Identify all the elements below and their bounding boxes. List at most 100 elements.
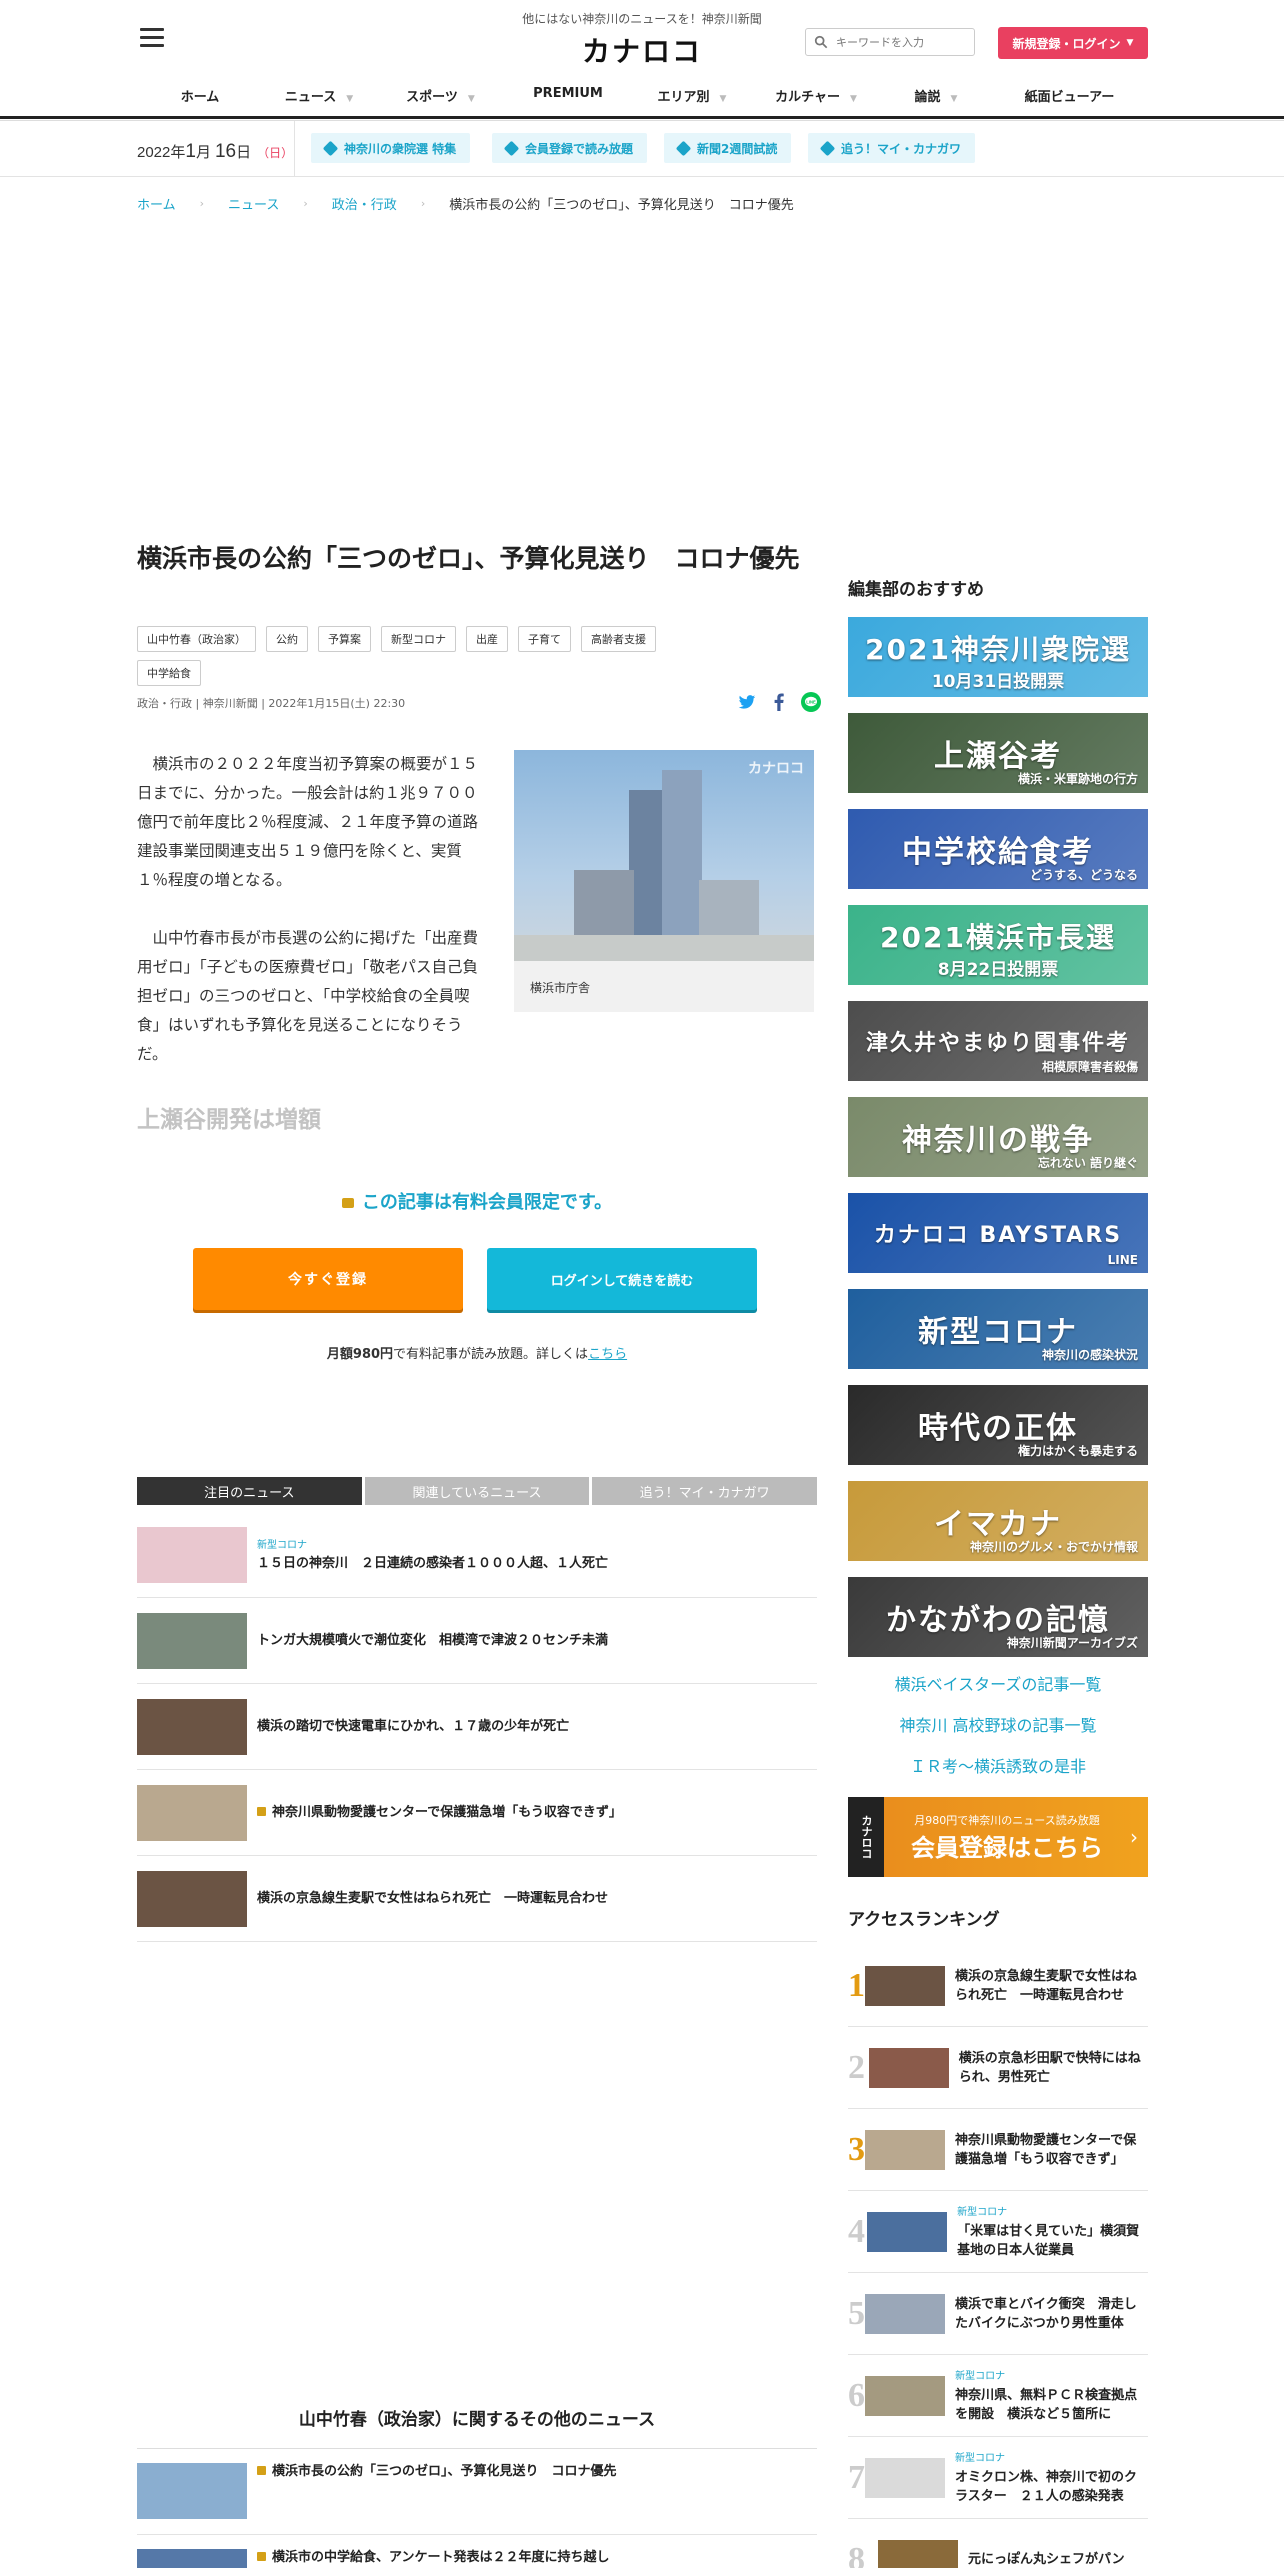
chevron-right-icon: › bbox=[199, 197, 205, 210]
editor-pick-banner[interactable]: 2021横浜市長選 8月22日投開票 bbox=[848, 905, 1148, 985]
search-box[interactable] bbox=[805, 28, 975, 56]
ranking-item[interactable]: 4 新型コロナ 「米軍は甘く見ていた」横須賀基地の日本人従業員 bbox=[848, 2191, 1148, 2273]
login-continue-button[interactable]: ログインして続きを読む bbox=[487, 1248, 757, 1310]
article-tag[interactable]: 高齢者支援 bbox=[581, 626, 656, 652]
menu-icon[interactable] bbox=[140, 28, 164, 48]
nav-item[interactable]: スポーツ ▼ bbox=[378, 86, 503, 112]
ranking-item[interactable]: 7 新型コロナ オミクロン株、神奈川で初のクラスター ２１人の感染発表 bbox=[848, 2437, 1148, 2519]
ranking-headline: 元にっぽん丸シェフがパン bbox=[968, 2550, 1125, 2568]
news-thumbnail[interactable] bbox=[137, 1870, 247, 1927]
nav-item[interactable]: 論説 ▼ bbox=[881, 86, 991, 112]
city-hall-photo[interactable]: カナロコ bbox=[514, 750, 814, 961]
article-tag[interactable]: 公約 bbox=[266, 626, 308, 652]
news-thumbnail[interactable] bbox=[137, 1526, 247, 1583]
nav-item[interactable]: エリア別 ▼ bbox=[633, 86, 751, 112]
ranking-item[interactable]: 3 神奈川県動物愛護センターで保護猫急増「もう収容できず」 bbox=[848, 2109, 1148, 2191]
ranking-thumbnail[interactable] bbox=[868, 2047, 949, 2088]
news-list-item[interactable]: 新型コロナ １５日の神奈川 ２日連続の感染者１０００人超、１人死亡 bbox=[137, 1512, 817, 1598]
price-note: 月額980円で有料記事が読み放題。詳しくはこちら bbox=[326, 1347, 628, 1362]
pill-my-kanagawa[interactable]: 追う！マイ・カナガワ bbox=[808, 133, 976, 163]
nav-item[interactable]: ニュース ▼ bbox=[260, 86, 378, 112]
news-thumbnail[interactable] bbox=[137, 2549, 247, 2568]
editor-pick-banner[interactable]: 神奈川の戦争 忘れない 語り継ぐ bbox=[848, 1097, 1148, 1177]
news-thumbnail[interactable] bbox=[137, 1784, 247, 1841]
ranking-thumbnail[interactable] bbox=[865, 2375, 946, 2416]
ir-feature-link[interactable]: ＩＲ考～横浜誘致の是非 bbox=[848, 1752, 1148, 1793]
article-tag[interactable]: 子育て bbox=[518, 626, 571, 652]
news-thumbnail[interactable] bbox=[137, 2463, 247, 2519]
high-school-baseball-link[interactable]: 神奈川 高校野球の記事一覧 bbox=[848, 1711, 1148, 1752]
tag-icon bbox=[503, 140, 520, 156]
details-link[interactable]: こちら bbox=[588, 1347, 627, 1362]
banner-title: 神奈川の戦争 bbox=[902, 1123, 1094, 1158]
site-logo[interactable]: カナロコ bbox=[580, 30, 704, 70]
ranking-item[interactable]: 5 横浜で車とバイク衝突 滑走したバイクにぶつかり男性重体 bbox=[848, 2273, 1148, 2355]
nav-item-label: 論説 bbox=[914, 90, 941, 105]
paywall-message: この記事は有料会員限定です。 bbox=[137, 1188, 817, 1214]
article-tag[interactable]: 山中竹春（政治家） bbox=[137, 626, 256, 652]
news-thumbnail[interactable] bbox=[137, 1698, 247, 1755]
editor-pick-banner[interactable]: 新型コロナ 神奈川の感染状況 bbox=[848, 1289, 1148, 1369]
banner-title: イマカナ bbox=[934, 1507, 1062, 1542]
editor-pick-banner[interactable]: 津久井やまゆり園事件考 相模原障害者殺傷 bbox=[848, 1001, 1148, 1081]
article-tags: 山中竹春（政治家） 公約 予算案 新型コロナ 出産 子育て 高齢者支援中学給食 bbox=[137, 626, 717, 694]
news-list-item[interactable]: 横浜の京急線生麦駅で女性はねられ死亡 一時運転見合わせ bbox=[137, 1856, 817, 1942]
ranking-item[interactable]: 1 横浜の京急線生麦駅で女性はねられ死亡 一時運転見合わせ bbox=[848, 1945, 1148, 2027]
breadcrumb-home[interactable]: ホーム bbox=[137, 194, 176, 213]
tab-featured-news[interactable]: 注目のニュース bbox=[137, 1477, 362, 1505]
news-headline: 神奈川県動物愛護センターで保護猫急増「もう収容できず」 bbox=[257, 1804, 622, 1822]
tab-my-kanagawa[interactable]: 追う！マイ・カナガワ bbox=[592, 1477, 818, 1505]
nav-item[interactable]: PREMIUM bbox=[503, 86, 633, 112]
editor-pick-banner[interactable]: カナロコ BAYSTARS LINE bbox=[848, 1193, 1148, 1273]
ranking-item[interactable]: 6 新型コロナ 神奈川県、無料ＰＣＲ検査拠点を開設 横浜など５箇所に bbox=[848, 2355, 1148, 2437]
search-input[interactable] bbox=[836, 35, 966, 49]
article-tag[interactable]: 新型コロナ bbox=[381, 626, 456, 652]
facebook-icon[interactable] bbox=[769, 692, 789, 712]
article-tag[interactable]: 中学給食 bbox=[137, 660, 201, 686]
register-now-button[interactable]: 今すぐ登録 bbox=[193, 1248, 463, 1310]
ranking-headline: 新型コロナ 神奈川県、無料ＰＣＲ検査拠点を開設 横浜など５箇所に bbox=[955, 2367, 1148, 2424]
article-tag[interactable]: 予算案 bbox=[318, 626, 371, 652]
nav-item[interactable]: ホーム bbox=[140, 86, 260, 112]
chevron-down-icon: ▼ bbox=[849, 94, 857, 104]
editor-pick-banner[interactable]: イマカナ 神奈川のグルメ・おでかけ情報 bbox=[848, 1481, 1148, 1561]
photo-watermark: カナロコ bbox=[748, 761, 804, 777]
ranking-thumbnail[interactable] bbox=[865, 2457, 945, 2498]
ranking-thumbnail[interactable] bbox=[865, 2129, 945, 2170]
editor-pick-banner[interactable]: 上瀬谷考 横浜・米軍跡地の行方 bbox=[848, 713, 1148, 793]
pill-trial[interactable]: 新聞2週間試読 bbox=[664, 133, 792, 163]
ranking-item[interactable]: 8 元にっぽん丸シェフがパン bbox=[848, 2519, 1148, 2568]
line-icon[interactable]: LINE bbox=[801, 692, 821, 712]
nav-item[interactable]: カルチャー ▼ bbox=[751, 86, 881, 112]
breadcrumb-news[interactable]: ニュース bbox=[228, 194, 279, 213]
ranking-thumbnail[interactable] bbox=[865, 1965, 945, 2006]
related-news-item[interactable]: 横浜市長の公約「三つのゼロ」、予算化見送り コロナ優先 bbox=[137, 2449, 817, 2535]
tab-related-news[interactable]: 関連しているニュース bbox=[364, 1477, 590, 1505]
member-register-banner[interactable]: カナロコ 月980円で神奈川のニュース読み放題 会員登録はこちら › bbox=[848, 1797, 1148, 1877]
editor-pick-banner[interactable]: 2021神奈川衆院選 10月31日投開票 bbox=[848, 617, 1148, 697]
editor-picks-heading: 編集部のおすすめ bbox=[848, 580, 984, 600]
news-list-item[interactable]: 神奈川県動物愛護センターで保護猫急増「もう収容できず」 bbox=[137, 1770, 817, 1856]
figure-caption: 横浜市庁舎 bbox=[530, 981, 591, 995]
ranking-thumbnail[interactable] bbox=[867, 2211, 948, 2252]
nav-item[interactable]: 紙面ビューアー bbox=[991, 86, 1148, 112]
related-news-item[interactable]: 横浜市の中学給食、アンケート発表は２２年度に持ち越し bbox=[137, 2535, 817, 2568]
ranking-thumbnail[interactable] bbox=[878, 2539, 958, 2568]
twitter-icon[interactable] bbox=[737, 692, 757, 712]
nav-item-label: 紙面ビューアー bbox=[1024, 90, 1115, 105]
baystars-articles-link[interactable]: 横浜ベイスターズの記事一覧 bbox=[848, 1670, 1148, 1711]
breadcrumb-politics[interactable]: 政治・行政 bbox=[332, 194, 397, 213]
login-button[interactable]: 新規登録・ログイン ▼ bbox=[998, 27, 1148, 59]
editor-pick-banner[interactable]: 中学校給食考 どうする、どうなる bbox=[848, 809, 1148, 889]
lock-icon bbox=[257, 2466, 266, 2475]
pill-election-feature[interactable]: 神奈川の衆院選 特集 bbox=[311, 133, 471, 163]
article-tag[interactable]: 出産 bbox=[466, 626, 508, 652]
ranking-thumbnail[interactable] bbox=[865, 2293, 945, 2334]
news-list-item[interactable]: 横浜の踏切で快速電車にひかれ、１７歳の少年が死亡 bbox=[137, 1684, 817, 1770]
ranking-item[interactable]: 2 横浜の京急杉田駅で快特にはねられ、男性死亡 bbox=[848, 2027, 1148, 2109]
editor-pick-banner[interactable]: かながわの記憶 神奈川新聞アーカイブズ bbox=[848, 1577, 1148, 1657]
news-thumbnail[interactable] bbox=[137, 1612, 247, 1669]
news-list-item[interactable]: トンガ大規模噴火で潮位変化 相模湾で津波２０センチ未満 bbox=[137, 1598, 817, 1684]
editor-pick-banner[interactable]: 時代の正体 権力はかくも暴走する bbox=[848, 1385, 1148, 1465]
pill-member-register[interactable]: 会員登録で読み放題 bbox=[492, 133, 648, 163]
